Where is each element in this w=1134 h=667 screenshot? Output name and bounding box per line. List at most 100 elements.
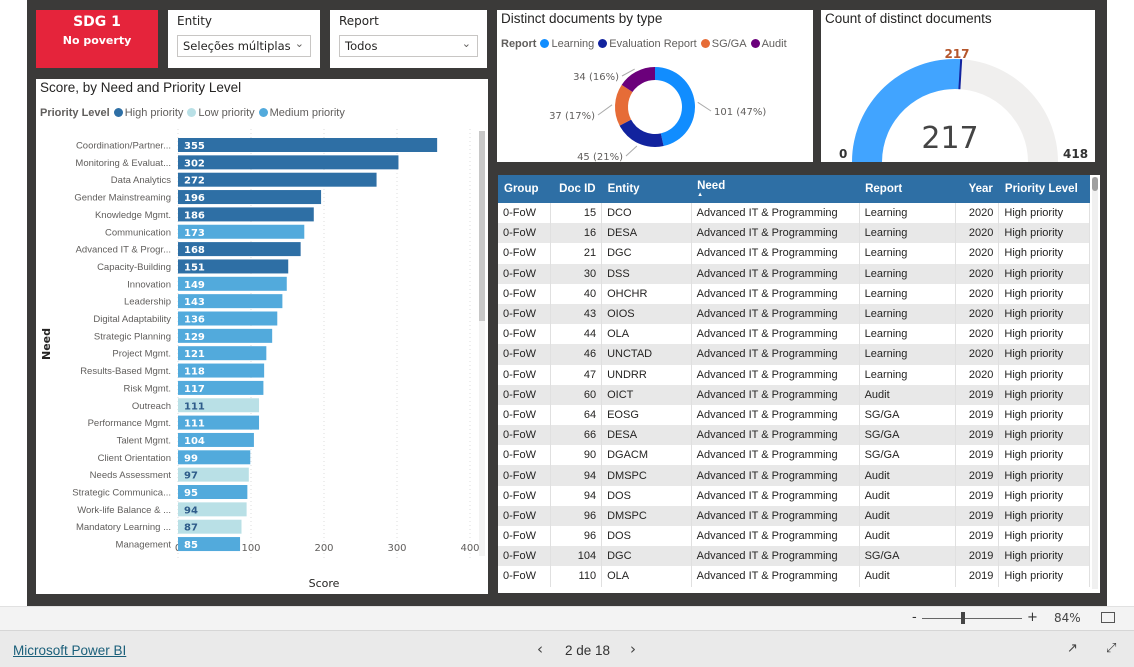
table-scrollbar[interactable]: [1092, 177, 1098, 589]
cell-report: Audit: [859, 384, 957, 405]
table-row[interactable]: 0-FoW 60 OICT Advanced IT & Programming Audi…: [498, 384, 1090, 405]
table-row[interactable]: 0-FoW 47 UNDRR Advanced IT & Programming Lea…: [498, 364, 1090, 385]
y-tick-label: Talent Mgmt.: [117, 435, 171, 446]
table-row[interactable]: 0-FoW 94 DMSPC Advanced IT & Programming Aud…: [498, 465, 1090, 486]
cell-group: 0-FoW: [498, 445, 551, 466]
cell-priority-level: High priority: [998, 223, 1090, 244]
zoom-in-button[interactable]: +: [1027, 610, 1038, 625]
data-label: 118: [184, 367, 205, 378]
cell-report: Learning: [859, 324, 957, 345]
cell-year: 2019: [955, 465, 1000, 486]
legend-item-learning[interactable]: Learning: [540, 38, 594, 50]
cell-priority-level: High priority: [998, 485, 1090, 506]
data-label: 87: [184, 523, 198, 534]
data-label: 143: [184, 297, 205, 308]
table-row[interactable]: 0-FoW 96 DMSPC Advanced IT & Programming Aud…: [498, 505, 1090, 526]
cell-need: Advanced IT & Programming: [691, 263, 860, 284]
legend-item-medium[interactable]: Medium priority: [258, 107, 345, 119]
cell-need: Advanced IT & Programming: [691, 384, 860, 405]
zoom-slider[interactable]: [922, 618, 1022, 619]
cell-priority-level: High priority: [998, 364, 1090, 385]
slice-label: 101 (47%): [714, 107, 766, 118]
table-row[interactable]: 0-FoW 110 OLA Advanced IT & Programming Audi…: [498, 566, 1090, 587]
cell-report: Audit: [859, 465, 957, 486]
zoom-slider-handle[interactable]: [961, 612, 965, 624]
data-label: 99: [184, 453, 198, 464]
table-row[interactable]: 0-FoW 30 DSS Advanced IT & Programming Learn…: [498, 263, 1090, 284]
cell-year: 2019: [955, 485, 1000, 506]
legend-title: Priority Level: [40, 107, 110, 119]
donut-title: Distinct documents by type: [501, 11, 663, 26]
cell-doc-id: 64: [550, 404, 603, 426]
y-tick-label: Advanced IT & Progr...: [76, 245, 171, 256]
fullscreen-icon[interactable]: ⤢: [1106, 641, 1116, 656]
legend-item-high[interactable]: High priority: [113, 107, 183, 119]
cell-doc-id: 110: [550, 566, 603, 587]
column-header-entity[interactable]: Entity: [601, 175, 692, 203]
zoom-out-button[interactable]: -: [912, 610, 917, 625]
table-row[interactable]: 0-FoW 96 DOS Advanced IT & Programming Audit…: [498, 526, 1090, 547]
table-row[interactable]: 0-FoW 94 DOS Advanced IT & Programming Audit…: [498, 485, 1090, 506]
y-tick-label: Monitoring & Evaluat...: [75, 158, 171, 169]
column-header-doc-id[interactable]: Doc ID: [550, 175, 602, 203]
cell-group: 0-FoW: [498, 465, 551, 486]
cell-year: 2020: [955, 283, 1000, 304]
cell-report: Learning: [859, 303, 957, 325]
cell-priority-level: High priority: [998, 404, 1090, 426]
data-label: 104: [184, 436, 205, 447]
fit-page-icon[interactable]: [1101, 612, 1115, 623]
cell-entity: DGC: [601, 546, 692, 567]
cell-year: 2020: [955, 364, 1000, 385]
cell-year: 2019: [955, 384, 1000, 405]
cell-need: Advanced IT & Programming: [691, 243, 860, 264]
power-bi-link[interactable]: Microsoft Power BI: [13, 643, 126, 658]
y-tick-label: Digital Adaptability: [93, 314, 171, 325]
cell-doc-id: 104: [550, 546, 603, 567]
table-row[interactable]: 0-FoW 64 EOSG Advanced IT & Programming SG/G…: [498, 404, 1090, 426]
table-row[interactable]: 0-FoW 21 DGC Advanced IT & Programming Learn…: [498, 243, 1090, 264]
cell-doc-id: 60: [550, 384, 603, 405]
x-tick-label: 400: [460, 543, 479, 554]
legend-dot-icon: [113, 108, 123, 117]
prev-page-icon[interactable]: ‹: [537, 640, 543, 658]
report-dropdown[interactable]: Todos ⌄: [339, 35, 478, 57]
table-row[interactable]: 0-FoW 43 OIOS Advanced IT & Programming Lear…: [498, 303, 1090, 325]
table-row[interactable]: 0-FoW 104 DGC Advanced IT & Programming SG/G…: [498, 546, 1090, 567]
leader-line: [597, 104, 613, 116]
column-header-need[interactable]: Need ▲: [691, 175, 860, 203]
entity-dropdown[interactable]: Seleções múltiplas ⌄: [177, 35, 311, 57]
table-row[interactable]: 0-FoW 90 DGACM Advanced IT & Programming SG/…: [498, 445, 1090, 466]
gauge-min-label: 0: [839, 147, 847, 161]
donut-legend: Report Learning Evaluation Report SG/GA …: [501, 38, 787, 50]
table-row[interactable]: 0-FoW 46 UNCTAD Advanced IT & Programming Le…: [498, 344, 1090, 365]
cell-group: 0-FoW: [498, 404, 551, 426]
cell-report: Learning: [859, 263, 957, 284]
column-header-group[interactable]: Group: [498, 175, 551, 203]
table-row[interactable]: 0-FoW 15 DCO Advanced IT & Programming Learn…: [498, 203, 1090, 224]
table-row[interactable]: 0-FoW 16 DESA Advanced IT & Programming Lear…: [498, 223, 1090, 244]
cell-entity: DOS: [601, 526, 692, 547]
table-row[interactable]: 0-FoW 40 OHCHR Advanced IT & Programming Lea…: [498, 283, 1090, 304]
footer: Microsoft Power BI ‹ 2 de 18 › ↗ ⤢: [0, 630, 1134, 667]
column-header-report[interactable]: Report: [859, 175, 956, 203]
data-label: 85: [184, 540, 198, 551]
column-header-year[interactable]: Year: [955, 175, 999, 203]
legend-item-sgga[interactable]: SG/GA: [700, 38, 747, 50]
cell-year: 2019: [955, 546, 1000, 567]
table-row[interactable]: 0-FoW 44 OLA Advanced IT & Programming Learn…: [498, 324, 1090, 345]
legend-dot-icon: [187, 108, 197, 117]
y-tick-label: Leadership: [124, 297, 171, 308]
column-header-priority-level[interactable]: Priority Level: [998, 175, 1090, 203]
sdg-card: SDG 1 No poverty: [36, 10, 158, 68]
legend-item-audit[interactable]: Audit: [750, 38, 787, 50]
cell-report: SG/GA: [859, 425, 957, 446]
next-page-icon[interactable]: ›: [630, 640, 636, 658]
share-icon[interactable]: ↗: [1067, 641, 1078, 656]
legend-item-evaluation[interactable]: Evaluation Report: [598, 38, 697, 50]
x-axis-title: Score: [309, 577, 340, 590]
cell-priority-level: High priority: [998, 546, 1090, 567]
cell-entity: DGC: [601, 243, 692, 264]
legend-item-low[interactable]: Low priority: [187, 107, 255, 119]
y-tick-label: Strategic Communica...: [72, 488, 171, 499]
table-row[interactable]: 0-FoW 66 DESA Advanced IT & Programming SG/G…: [498, 425, 1090, 446]
